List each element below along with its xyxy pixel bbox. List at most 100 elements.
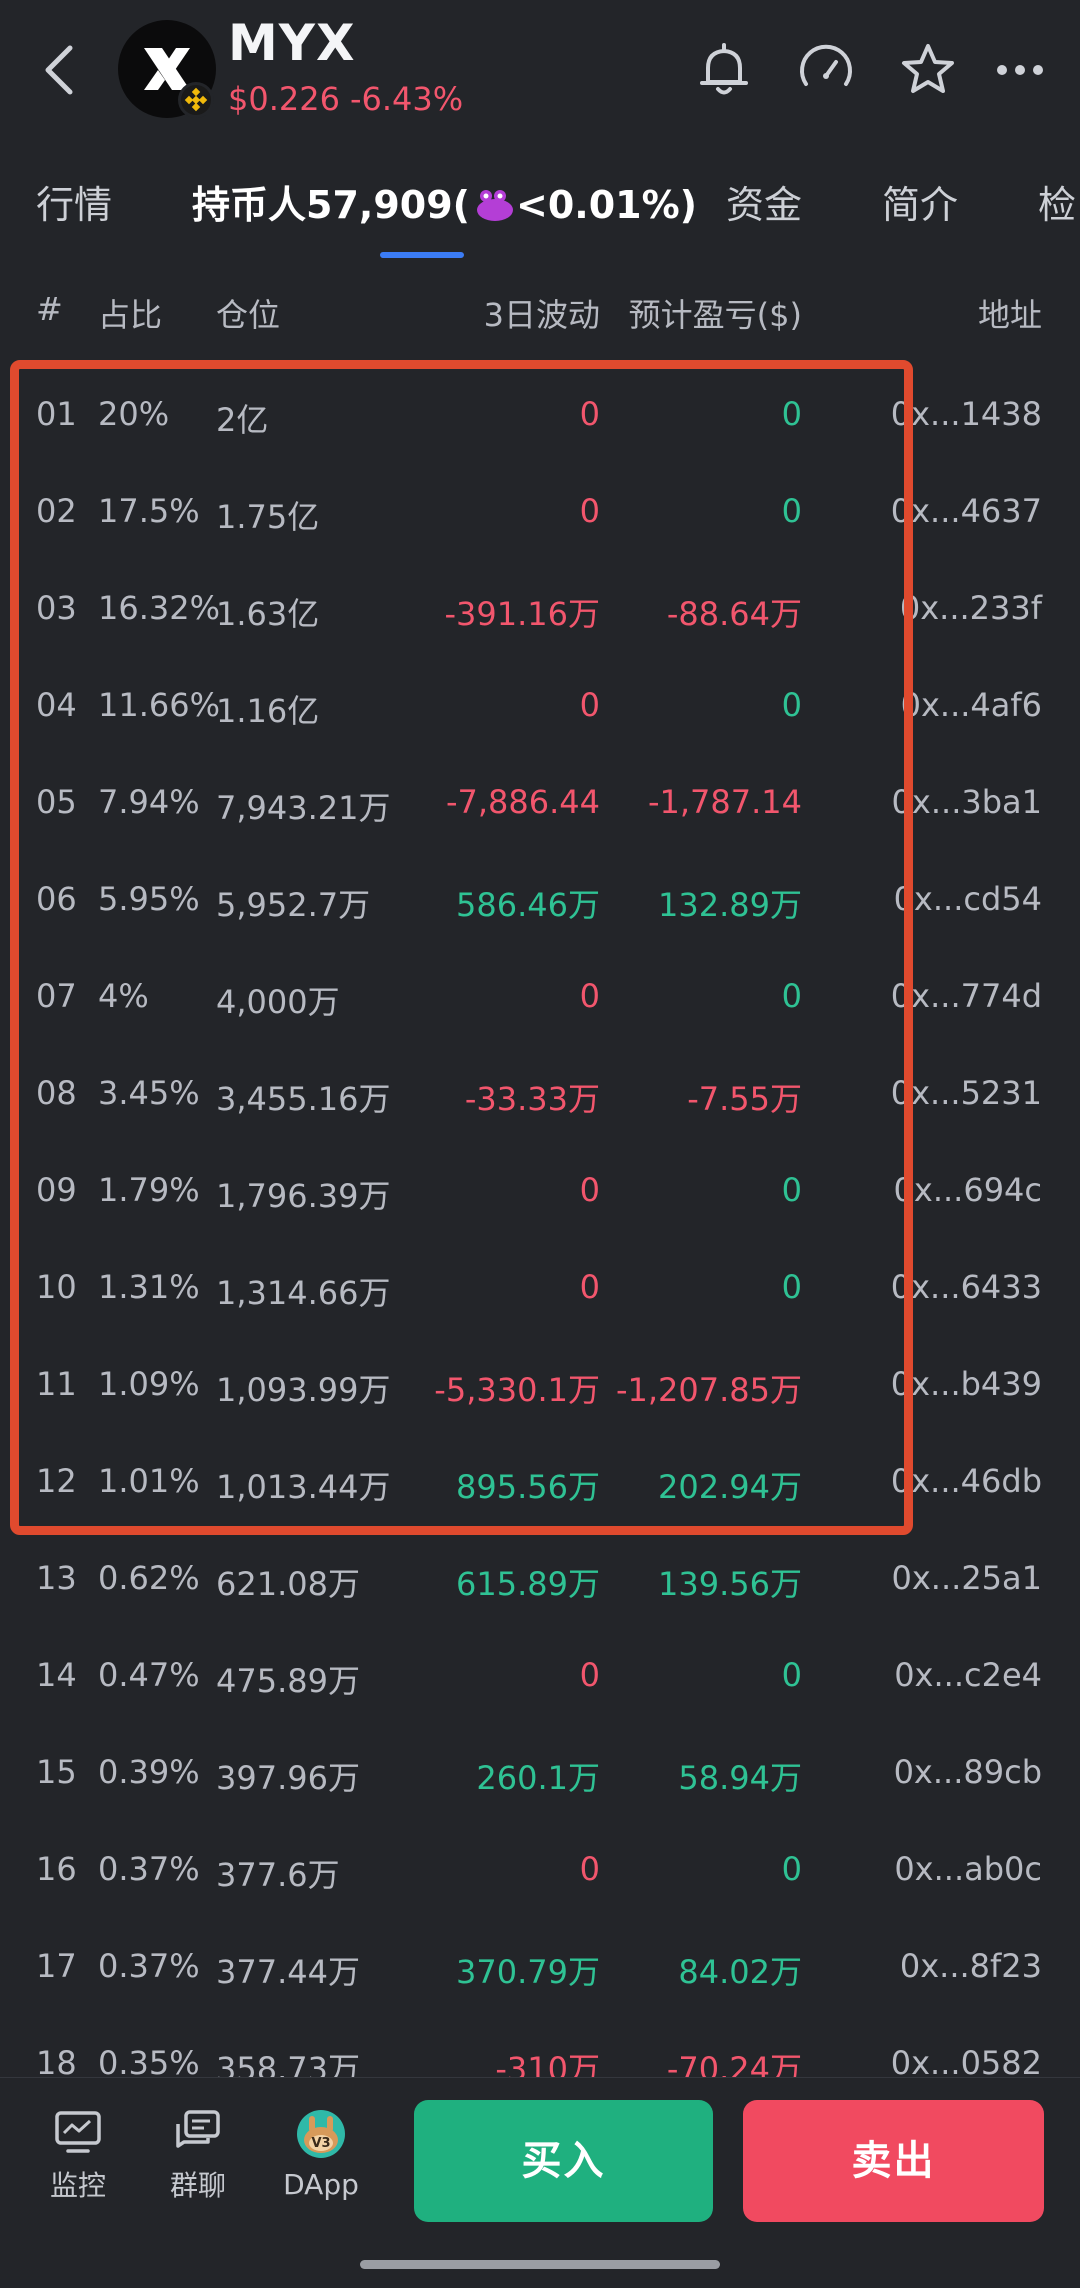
address-cell[interactable]: 0x...1438 (891, 395, 1042, 433)
address-cell[interactable]: 0x...c2e4 (894, 1656, 1042, 1694)
table-row[interactable]: 16 0.37% 377.6万 0 0 0x...ab0c (0, 1820, 1080, 1917)
pnl-cell: 58.94万 (678, 1759, 802, 1797)
address-cell[interactable]: 0x...5231 (891, 1074, 1042, 1112)
table-row[interactable]: 12 1.01% 1,013.44万 895.56万 202.94万 0x...46db (0, 1432, 1080, 1529)
address-cell[interactable]: 0x...b439 (891, 1365, 1042, 1403)
address-cell[interactable]: 0x...3ba1 (892, 783, 1042, 821)
address-cell[interactable]: 0x...4af6 (901, 686, 1042, 724)
table-row[interactable]: 17 0.37% 377.44万 370.79万 84.02万 0x...8f23 (0, 1917, 1080, 2014)
share-cell: 1.79% (98, 1171, 200, 1209)
group-chat-button[interactable]: 群聊 (148, 2108, 248, 2204)
pnl-cell: 0 (781, 1171, 802, 1209)
table-row[interactable]: 08 3.45% 3,455.16万 -33.33万 -7.55万 0x...5231 (0, 1044, 1080, 1141)
table-row[interactable]: 10 1.31% 1,314.66万 0 0 0x...6433 (0, 1238, 1080, 1335)
table-row[interactable]: 15 0.39% 397.96万 260.1万 58.94万 0x...89cb (0, 1723, 1080, 1820)
dapp-label: DApp (283, 2168, 359, 2201)
table-row[interactable]: 14 0.47% 475.89万 0 0 0x...c2e4 (0, 1626, 1080, 1723)
change-cell: 370.79万 (456, 1953, 600, 1991)
address-cell[interactable]: 0x...cd54 (894, 880, 1042, 918)
monitor-button[interactable]: 监控 (28, 2108, 128, 2204)
gauge-icon[interactable] (794, 38, 858, 102)
share-cell: 20% (98, 395, 170, 433)
table-row[interactable]: 06 5.95% 5,952.7万 586.46万 132.89万 0x...cd54 (0, 850, 1080, 947)
tab-holders-label: 持币人57,909( (192, 183, 471, 227)
change-cell: 0 (579, 1171, 600, 1209)
change-cell: -33.33万 (464, 1080, 600, 1118)
tab-holders[interactable]: 持币人57,909( <0.01%) (192, 174, 697, 229)
table-row[interactable]: 01 20% 2亿 0 0 0x...1438 (0, 365, 1080, 462)
rank-cell: 03 (36, 589, 77, 627)
buy-button[interactable]: 买入 (414, 2100, 713, 2222)
change-cell: 0 (579, 686, 600, 724)
address-cell[interactable]: 0x...6433 (891, 1268, 1042, 1306)
bnb-chain-badge-icon (178, 82, 214, 118)
share-cell: 1.09% (98, 1365, 200, 1403)
position-cell: 1,796.39万 (216, 1177, 391, 1215)
pnl-cell: 139.56万 (658, 1565, 802, 1603)
header-share: 占比 (98, 296, 163, 334)
table-row[interactable]: 04 11.66% 1.16亿 0 0 0x...4af6 (0, 656, 1080, 753)
back-icon[interactable] (38, 42, 82, 98)
header-3day-change[interactable]: 3日波动 (484, 290, 600, 336)
monitor-icon (55, 2111, 101, 2153)
pnl-cell: -7.55万 (687, 1080, 802, 1118)
address-cell[interactable]: 0x...233f (900, 589, 1042, 627)
table-row[interactable]: 07 4% 4,000万 0 0 0x...774d (0, 947, 1080, 1044)
coin-price: $0.226 (228, 80, 340, 118)
table-row[interactable]: 05 7.94% 7,943.21万 -7,886.44 -1,787.14 0x...3… (0, 753, 1080, 850)
address-cell[interactable]: 0x...8f23 (900, 1947, 1042, 1985)
pnl-cell: 0 (781, 492, 802, 530)
table-row[interactable]: 03 16.32% 1.63亿 -391.16万 -88.64万 0x...233f (0, 559, 1080, 656)
rank-cell: 02 (36, 492, 77, 530)
monitor-label: 监控 (49, 2169, 106, 2202)
table-row[interactable]: 11 1.09% 1,093.99万 -5,330.1万 -1,207.85万 0x...… (0, 1335, 1080, 1432)
dapp-button[interactable]: V3 DApp (271, 2108, 371, 2201)
rank-cell: 13 (36, 1559, 77, 1597)
rank-cell: 05 (36, 783, 77, 821)
position-cell: 5,952.7万 (216, 886, 371, 924)
dapp-icon: V3 (297, 2110, 345, 2158)
star-icon[interactable] (896, 38, 960, 102)
tab-intro[interactable]: 简介 (882, 174, 958, 229)
bell-icon[interactable] (692, 38, 756, 102)
rank-cell: 09 (36, 1171, 77, 1209)
header-position: 仓位 (216, 296, 281, 334)
share-cell: 0.37% (98, 1947, 200, 1985)
sell-button[interactable]: 卖出 (743, 2100, 1044, 2222)
tab-market[interactable]: 行情 (36, 174, 112, 229)
header-address: 地址 (977, 296, 1042, 334)
header-rank: # (36, 290, 63, 328)
tab-funds[interactable]: 资金 (726, 174, 802, 229)
address-cell[interactable]: 0x...4637 (891, 492, 1042, 530)
table-row[interactable]: 13 0.62% 621.08万 615.89万 139.56万 0x...25a1 (0, 1529, 1080, 1626)
coin-price-line: $0.226 -6.43% (228, 80, 473, 118)
tab-check[interactable]: 检 (1038, 174, 1076, 229)
frog-icon (477, 190, 514, 221)
address-cell[interactable]: 0x...25a1 (892, 1559, 1043, 1597)
address-cell[interactable]: 0x...ab0c (894, 1850, 1042, 1888)
rank-cell: 04 (36, 686, 77, 724)
address-cell[interactable]: 0x...774d (891, 977, 1042, 1015)
position-cell: 621.08万 (216, 1565, 360, 1603)
active-tab-indicator (380, 252, 464, 258)
address-cell[interactable]: 0x...694c (894, 1171, 1042, 1209)
share-cell: 17.5% (98, 492, 200, 530)
change-cell: -5,330.1万 (434, 1371, 600, 1409)
pnl-cell: 0 (781, 686, 802, 724)
position-cell: 7,943.21万 (216, 789, 391, 827)
pnl-cell: 0 (781, 1268, 802, 1306)
share-cell: 7.94% (98, 783, 200, 821)
position-cell: 1.63亿 (216, 595, 320, 633)
header-est-pnl[interactable]: 预计盈亏($) (629, 290, 802, 336)
header: MYX $0.226 -6.43% (0, 0, 1080, 145)
share-cell: 0.47% (98, 1656, 200, 1694)
address-cell[interactable]: 0x...89cb (894, 1753, 1042, 1791)
table-row[interactable]: 09 1.79% 1,796.39万 0 0 0x...694c (0, 1141, 1080, 1238)
tab-bar: 行情 持币人57,909( <0.01%) 资金 简介 检 (0, 160, 1080, 260)
dapp-badge-text: V3 (311, 2136, 330, 2151)
table-row[interactable]: 02 17.5% 1.75亿 0 0 0x...4637 (0, 462, 1080, 559)
rank-cell: 10 (36, 1268, 77, 1306)
rank-cell: 11 (36, 1365, 77, 1403)
more-icon[interactable] (988, 38, 1052, 102)
address-cell[interactable]: 0x...46db (891, 1462, 1042, 1500)
